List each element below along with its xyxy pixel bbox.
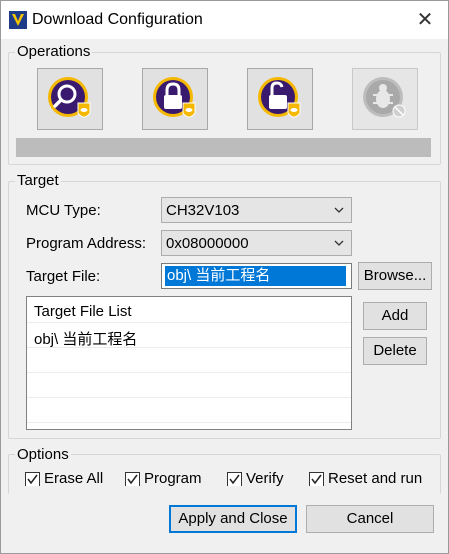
apply-and-close-button[interactable]: Apply and Close bbox=[169, 505, 297, 533]
download-configuration-dialog: Download Configuration ✕ Operations Targ… bbox=[0, 0, 449, 554]
list-empty-row bbox=[27, 349, 351, 373]
target-file-value: obj\ 当前工程名 bbox=[165, 266, 346, 286]
erase-all-label: Erase All bbox=[44, 470, 104, 486]
target-file-label: Target File: bbox=[26, 268, 101, 285]
target-file-list[interactable]: Target File List obj\ 当前工程名 bbox=[26, 296, 352, 430]
program-address-value: 0x08000000 bbox=[166, 235, 249, 252]
list-item[interactable]: obj\ 当前工程名 bbox=[27, 324, 351, 348]
list-empty-row bbox=[27, 374, 351, 398]
close-icon[interactable]: ✕ bbox=[402, 1, 448, 39]
mcu-type-select[interactable]: CH32V103 bbox=[161, 197, 352, 223]
chevron-down-icon bbox=[334, 207, 344, 213]
verify-button[interactable] bbox=[37, 68, 103, 130]
unlock-icon bbox=[258, 77, 301, 118]
options-row: Erase All Program Verify Reset and run bbox=[25, 469, 435, 486]
debug-button[interactable] bbox=[352, 68, 418, 130]
title-bar: Download Configuration ✕ bbox=[1, 1, 448, 39]
bug-icon bbox=[363, 77, 406, 118]
checkbox-box bbox=[25, 472, 40, 486]
program-label: Program bbox=[144, 470, 202, 486]
lock-button[interactable] bbox=[142, 68, 208, 130]
program-address-select[interactable]: 0x08000000 bbox=[161, 230, 352, 256]
delete-button[interactable]: Delete bbox=[363, 337, 427, 365]
lock-icon bbox=[153, 77, 196, 118]
mcu-type-label: MCU Type: bbox=[26, 202, 101, 219]
checkbox-box bbox=[227, 472, 242, 486]
program-address-label: Program Address: bbox=[26, 235, 147, 252]
checkbox-box bbox=[309, 472, 324, 486]
verify-label: Verify bbox=[246, 470, 284, 486]
options-title: Options bbox=[15, 446, 71, 463]
app-logo-icon bbox=[9, 11, 27, 29]
target-title: Target bbox=[15, 172, 61, 189]
reset-and-run-label: Reset and run bbox=[328, 470, 423, 486]
checkmark-icon bbox=[229, 474, 240, 485]
list-item-label: obj\ 当前工程名 bbox=[34, 331, 138, 348]
operation-progress-bar bbox=[16, 138, 431, 157]
cancel-button[interactable]: Cancel bbox=[306, 505, 434, 533]
browse-button[interactable]: Browse... bbox=[358, 262, 432, 290]
list-header: Target File List bbox=[27, 299, 351, 323]
operations-title: Operations bbox=[15, 43, 93, 60]
add-button[interactable]: Add bbox=[363, 302, 427, 330]
list-header-label: Target File List bbox=[34, 303, 132, 320]
window-title: Download Configuration bbox=[32, 11, 203, 28]
checkbox-box bbox=[125, 472, 140, 486]
chevron-down-icon bbox=[334, 240, 344, 246]
unlock-button[interactable] bbox=[247, 68, 313, 130]
checkmark-icon bbox=[127, 474, 138, 485]
list-empty-row bbox=[27, 399, 351, 423]
checkmark-icon bbox=[27, 474, 38, 485]
checkmark-icon bbox=[311, 474, 322, 485]
search-verify-icon bbox=[48, 77, 91, 118]
mcu-type-value: CH32V103 bbox=[166, 202, 240, 219]
target-file-input[interactable]: obj\ 当前工程名 bbox=[161, 263, 352, 289]
